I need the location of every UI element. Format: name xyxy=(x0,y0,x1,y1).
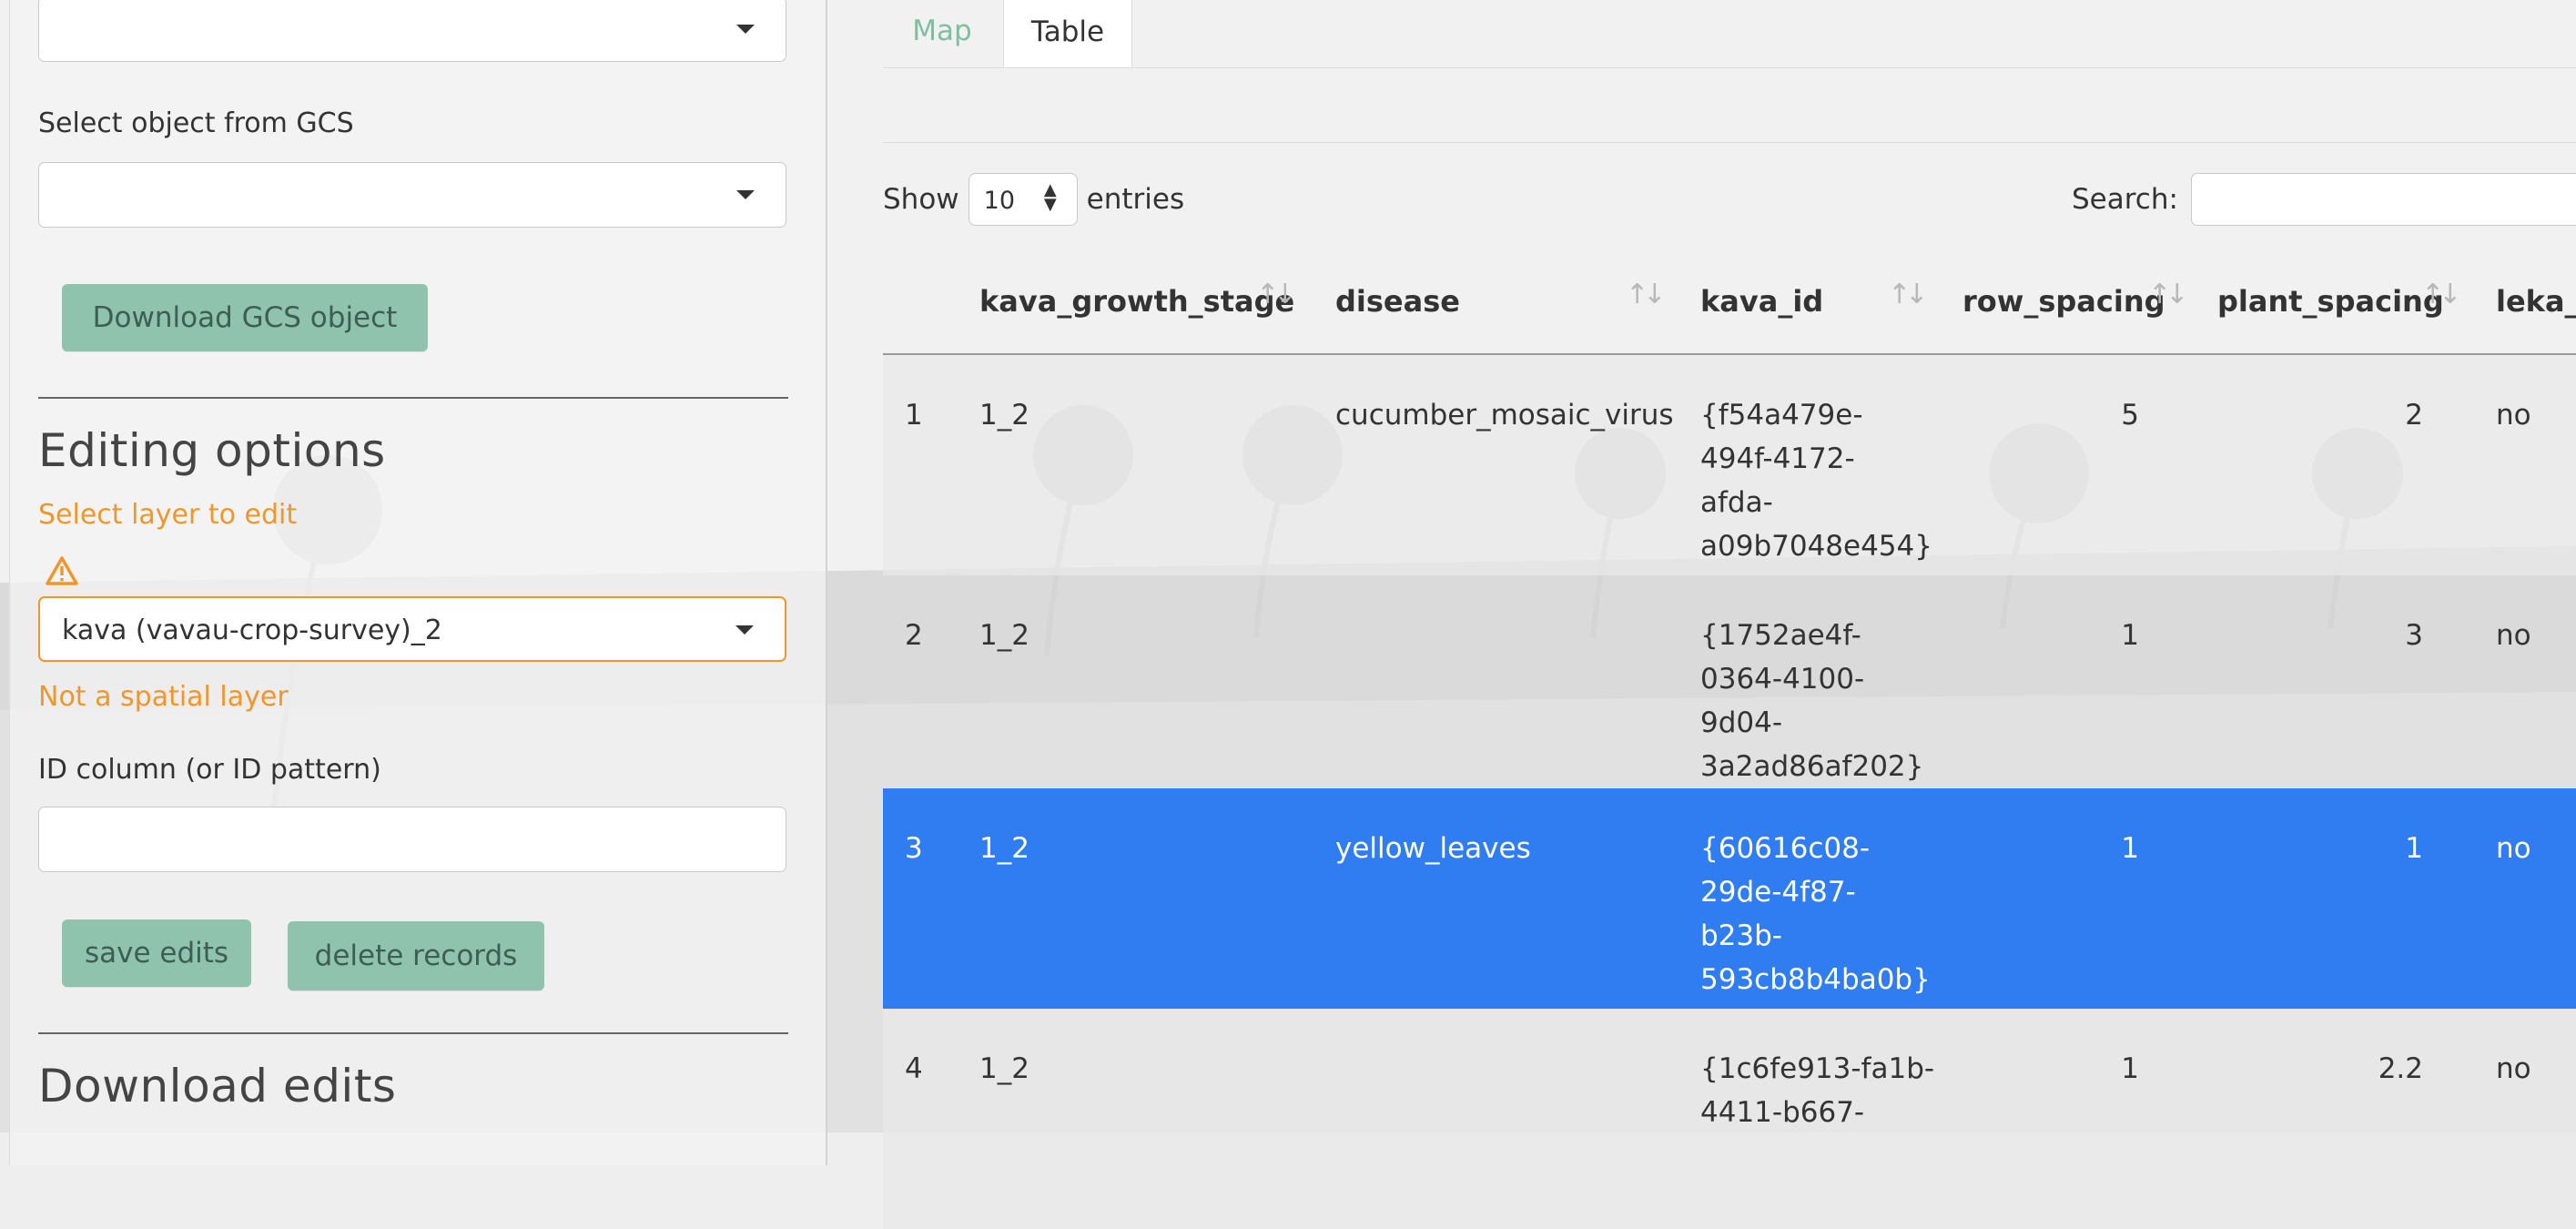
kava-id-line: 593cb8b4ba0b} xyxy=(1700,963,1931,996)
select-arrows-icon: ▲ ▼ xyxy=(1043,180,1057,214)
layer-select[interactable]: kava (vavau-crop-survey)_2 xyxy=(38,596,786,662)
save-edits-button[interactable]: save edits xyxy=(62,919,251,987)
row-index: 4 xyxy=(905,1052,923,1085)
cell-kava-id: {1752ae4f- 0364-4100- 9d04- 3a2ad86af202… xyxy=(1700,614,1923,788)
cell-kava-id: {1c6fe913-fa1b- 4411-b667- xyxy=(1700,1047,1934,1134)
row-index: 1 xyxy=(905,399,923,432)
chevron-down-icon xyxy=(735,625,754,635)
kava-id-line: 4411-b667- xyxy=(1700,1096,1865,1129)
kava-id-line: a09b7048e454} xyxy=(1700,530,1932,563)
id-column-input[interactable] xyxy=(38,807,786,872)
search-control: Search: xyxy=(2072,173,2576,226)
download-gcs-object-button[interactable]: Download GCS object xyxy=(62,284,428,351)
kava-id-line: {f54a479e- xyxy=(1700,399,1863,432)
kava-id-line: 0364-4100- xyxy=(1700,663,1865,696)
column-header-row-spacing[interactable]: row_spacing xyxy=(1962,284,2165,319)
cell-disease: yellow_leaves xyxy=(1335,832,1531,865)
cell-leka: no xyxy=(2496,1052,2531,1085)
cell-kava-id: {f54a479e- 494f-4172- afda- a09b7048e454… xyxy=(1700,393,1932,568)
tab-table[interactable]: Table xyxy=(1003,0,1132,67)
tab-map[interactable]: Map xyxy=(881,0,1003,67)
download-edits-heading: Download edits xyxy=(38,1060,397,1112)
cell-growth-stage: 1_2 xyxy=(979,832,1029,865)
kava-id-line: 494f-4172- xyxy=(1700,442,1855,475)
table-header: kava_growth_stage ↑↓ disease ↑↓ kava_id … xyxy=(883,257,2576,355)
sort-arrows-icon[interactable]: ↑↓ xyxy=(1626,279,1666,310)
table-row[interactable]: 2 1_2 {1752ae4f- 0364-4100- 9d04- 3a2ad8… xyxy=(883,575,2576,796)
kava-id-line: 3a2ad86af202} xyxy=(1700,750,1924,783)
kava-id-line: {1752ae4f- xyxy=(1700,619,1861,652)
kava-id-line: afda- xyxy=(1700,486,1773,519)
cell-leka: no xyxy=(2496,619,2531,652)
cell-plant-spacing: 1 xyxy=(2405,832,2423,865)
sort-arrows-icon[interactable]: ↑↓ xyxy=(2421,279,2461,310)
kava-id-line: {60616c08- xyxy=(1700,832,1871,865)
column-header-leka[interactable]: leka_l xyxy=(2496,284,2576,319)
section-divider xyxy=(883,142,2576,143)
cell-leka: no xyxy=(2496,399,2531,432)
tab-divider xyxy=(883,67,2576,68)
sort-arrows-icon[interactable]: ↑↓ xyxy=(1256,279,1296,310)
cell-row-spacing: 1 xyxy=(2121,832,2139,865)
cell-growth-stage: 1_2 xyxy=(979,399,1029,432)
select-layer-label: Select layer to edit xyxy=(38,499,298,531)
warning-triangle-icon xyxy=(46,556,78,585)
row-index: 2 xyxy=(905,619,923,652)
sort-arrows-icon[interactable]: ↑↓ xyxy=(2148,279,2188,310)
cell-plant-spacing: 2.2 xyxy=(2378,1052,2423,1085)
chevron-down-icon xyxy=(736,190,755,199)
table-row[interactable]: 4 1_2 {1c6fe913-fa1b- 4411-b667- 1 2.2 n… xyxy=(883,1009,2576,1229)
search-input[interactable] xyxy=(2190,173,2576,226)
cell-row-spacing: 5 xyxy=(2121,399,2139,432)
cell-leka: no xyxy=(2496,832,2531,865)
sort-arrows-icon[interactable]: ↑↓ xyxy=(1888,279,1928,310)
cell-plant-spacing: 3 xyxy=(2405,619,2423,652)
not-spatial-warning: Not a spatial layer xyxy=(38,681,289,713)
id-column-label: ID column (or ID pattern) xyxy=(38,754,381,786)
divider xyxy=(38,397,788,399)
column-header-plant-spacing[interactable]: plant_spacing xyxy=(2217,284,2444,319)
cell-plant-spacing: 2 xyxy=(2405,399,2423,432)
cell-row-spacing: 1 xyxy=(2121,619,2139,652)
page-length-value: 10 xyxy=(983,187,1016,215)
layer-select-value: kava (vavau-crop-survey)_2 xyxy=(62,614,442,646)
kava-id-line: 29de-4f87- xyxy=(1700,876,1856,909)
cell-row-spacing: 1 xyxy=(2121,1052,2139,1085)
column-header-kava-growth-stage[interactable]: kava_growth_stage xyxy=(979,284,1294,319)
divider xyxy=(38,1032,788,1034)
kava-id-line: 9d04- xyxy=(1700,706,1783,739)
gcs-bucket-select[interactable] xyxy=(38,0,786,62)
editing-options-heading: Editing options xyxy=(38,424,386,477)
cell-growth-stage: 1_2 xyxy=(979,1052,1029,1085)
kava-id-line: {1c6fe913-fa1b- xyxy=(1700,1052,1935,1085)
page-length-select[interactable]: 10 ▲ ▼ xyxy=(968,173,1078,226)
row-index: 3 xyxy=(905,832,923,865)
kava-id-line: b23b- xyxy=(1700,919,1782,952)
chevron-down-icon xyxy=(736,25,755,34)
cell-kava-id: {60616c08- 29de-4f87- b23b- 593cb8b4ba0b… xyxy=(1700,827,1931,1001)
column-header-disease[interactable]: disease xyxy=(1335,284,1460,319)
entries-label: entries xyxy=(1086,183,1185,216)
cell-growth-stage: 1_2 xyxy=(979,619,1029,652)
gcs-object-label: Select object from GCS xyxy=(38,107,354,139)
gcs-object-select[interactable] xyxy=(38,162,786,228)
delete-records-button[interactable]: delete records xyxy=(288,921,544,990)
column-header-kava-id[interactable]: kava_id xyxy=(1700,284,1823,319)
show-label: Show xyxy=(883,183,959,216)
cell-disease: cucumber_mosaic_virus xyxy=(1335,399,1674,432)
table-row[interactable]: 1 1_2 cucumber_mosaic_virus {f54a479e- 4… xyxy=(883,355,2576,575)
search-label: Search: xyxy=(2072,183,2178,216)
table-row-selected[interactable]: 3 1_2 yellow_leaves {60616c08- 29de-4f87… xyxy=(883,788,2576,1009)
page-length-control: Show 10 ▲ ▼ entries xyxy=(883,173,1184,226)
